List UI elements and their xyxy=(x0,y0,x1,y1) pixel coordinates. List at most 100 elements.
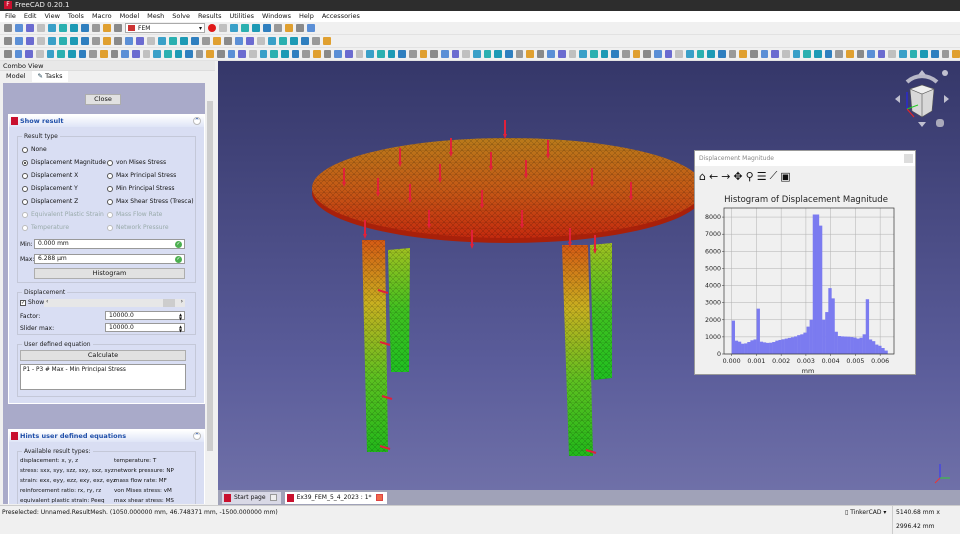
toolbar-button-icon[interactable] xyxy=(291,50,300,58)
toolbar-button-icon[interactable] xyxy=(749,50,758,58)
toolbar-button-icon[interactable] xyxy=(4,37,12,45)
toolbar-button-icon[interactable] xyxy=(845,50,854,58)
toolbar-button-icon[interactable] xyxy=(25,50,33,58)
toolbar-button-icon[interactable] xyxy=(472,50,481,58)
menu-macro[interactable]: Macro xyxy=(92,11,112,22)
toolbar-button-icon[interactable] xyxy=(323,37,331,45)
close-icon[interactable] xyxy=(269,494,277,501)
toolbar-button-icon[interactable] xyxy=(611,50,620,58)
navigation-style-selector[interactable]: ▯ TinkerCAD ▾ xyxy=(845,506,886,520)
radio-displacement-z[interactable]: Displacement Z xyxy=(22,198,78,205)
toolbar-button-icon[interactable] xyxy=(37,24,45,32)
toolbar-button-icon[interactable] xyxy=(246,37,254,45)
toolbar-button-icon[interactable] xyxy=(760,50,769,58)
toolbar-button-icon[interactable] xyxy=(323,50,332,58)
toolbar-button-icon[interactable] xyxy=(941,50,950,58)
toolbar-button-icon[interactable] xyxy=(125,37,133,45)
radio-max-principal[interactable]: Max Principal Stress xyxy=(107,172,176,179)
menu-file[interactable]: File xyxy=(5,11,16,22)
toolbar-button-icon[interactable] xyxy=(57,50,65,58)
toolbar-button-icon[interactable] xyxy=(103,24,111,32)
toolbar-button-icon[interactable] xyxy=(313,50,321,58)
menu-model[interactable]: Model xyxy=(120,11,140,22)
toolbar-button-icon[interactable] xyxy=(259,50,268,58)
toolbar-button-icon[interactable] xyxy=(279,37,287,45)
toolbar-button-icon[interactable] xyxy=(494,50,502,58)
close-icon[interactable] xyxy=(375,494,383,501)
toolbar-button-icon[interactable] xyxy=(241,24,249,32)
toolbar-button-icon[interactable] xyxy=(153,50,161,58)
toolbar-button-icon[interactable] xyxy=(547,50,556,58)
toolbar-button-icon[interactable] xyxy=(302,50,311,58)
toolbar-button-icon[interactable] xyxy=(355,50,364,58)
toolbar-button-icon[interactable] xyxy=(909,50,918,58)
toolbar-button-icon[interactable] xyxy=(70,37,78,45)
displacement-slider[interactable]: ‹ › xyxy=(44,298,185,307)
tab-model[interactable]: Model xyxy=(0,71,32,82)
toolbar-button-icon[interactable] xyxy=(707,50,715,58)
toolbar-button-icon[interactable] xyxy=(46,50,55,58)
toolbar-button-icon[interactable] xyxy=(213,37,221,45)
max-input[interactable]: 6.288 µm ✓ xyxy=(34,254,185,264)
toolbar-button-icon[interactable] xyxy=(230,24,238,32)
record-macro-icon[interactable] xyxy=(208,24,216,32)
toolbar-button-icon[interactable] xyxy=(268,37,276,45)
navigation-cube[interactable] xyxy=(892,67,952,132)
toolbar-button-icon[interactable] xyxy=(92,24,100,32)
toolbar-button-icon[interactable] xyxy=(398,50,406,58)
toolbar-button-icon[interactable] xyxy=(180,37,188,45)
show-checkbox[interactable]: ✓ Show xyxy=(20,299,44,306)
toolbar-button-icon[interactable] xyxy=(249,50,257,58)
toolbar-button-icon[interactable] xyxy=(99,50,108,58)
toolbar-button-icon[interactable] xyxy=(654,50,662,58)
toolbar-button-icon[interactable] xyxy=(81,37,89,45)
toolbar-button-icon[interactable] xyxy=(590,50,598,58)
toolbar-button-icon[interactable] xyxy=(696,50,705,58)
toolbar-button-icon[interactable] xyxy=(290,37,298,45)
toolbar-button-icon[interactable] xyxy=(59,37,67,45)
toolbar-button-icon[interactable] xyxy=(158,37,166,45)
toolbar-button-icon[interactable] xyxy=(89,50,97,58)
toolbar-button-icon[interactable] xyxy=(877,50,886,58)
calculate-button[interactable]: Calculate xyxy=(20,350,186,361)
toolbar-button-icon[interactable] xyxy=(14,50,23,58)
toolbar-button-icon[interactable] xyxy=(771,50,779,58)
toolbar-button-icon[interactable] xyxy=(274,24,282,32)
toolbar-button-icon[interactable] xyxy=(59,24,67,32)
toolbar-button-icon[interactable] xyxy=(376,50,385,58)
toolbar-button-icon[interactable] xyxy=(813,50,822,58)
toolbar-button-icon[interactable] xyxy=(792,50,801,58)
radio-von-mises[interactable]: von Mises Stress xyxy=(107,159,166,166)
toolbar-button-icon[interactable] xyxy=(515,50,524,58)
toolbar-button-icon[interactable] xyxy=(296,24,304,32)
toolbar-button-icon[interactable] xyxy=(600,50,609,58)
toolbar-button-icon[interactable] xyxy=(191,37,199,45)
toolbar-button-icon[interactable] xyxy=(558,50,566,58)
toolbar-button-icon[interactable] xyxy=(169,37,177,45)
toolbar-button-icon[interactable] xyxy=(202,37,210,45)
menu-mesh[interactable]: Mesh xyxy=(147,11,164,22)
toolbar-button-icon[interactable] xyxy=(430,50,438,58)
toolbar-button-icon[interactable] xyxy=(462,50,470,58)
collapse-icon[interactable]: ^ xyxy=(193,117,201,125)
toolbar-button-icon[interactable] xyxy=(856,50,865,58)
close-icon[interactable] xyxy=(904,154,913,163)
toolbar-button-icon[interactable] xyxy=(952,50,960,58)
close-button[interactable]: Close xyxy=(85,94,121,105)
toolbar-button-icon[interactable] xyxy=(664,50,673,58)
radio-displacement-magnitude[interactable]: Displacement Magnitude xyxy=(22,159,106,166)
workbench-selector[interactable]: FEM ▾ xyxy=(125,23,205,33)
toolbar-button-icon[interactable] xyxy=(121,50,129,58)
radio-none[interactable]: None xyxy=(22,146,47,153)
show-result-header[interactable]: Show result ^ xyxy=(9,115,204,127)
spin-icon[interactable]: ▲ ▼ xyxy=(178,313,183,321)
toolbar-button-icon[interactable] xyxy=(408,50,417,58)
menu-accessories[interactable]: Accessories xyxy=(322,11,360,22)
toolbar-button-icon[interactable] xyxy=(931,50,939,58)
toolbar-button-icon[interactable] xyxy=(136,37,144,45)
toolbar-button-icon[interactable] xyxy=(632,50,641,58)
menu-results[interactable]: Results xyxy=(198,11,221,22)
toolbar-button-icon[interactable] xyxy=(568,50,577,58)
toolbar-button-icon[interactable] xyxy=(285,24,293,32)
spin-icon[interactable]: ▲ ▼ xyxy=(178,325,183,333)
